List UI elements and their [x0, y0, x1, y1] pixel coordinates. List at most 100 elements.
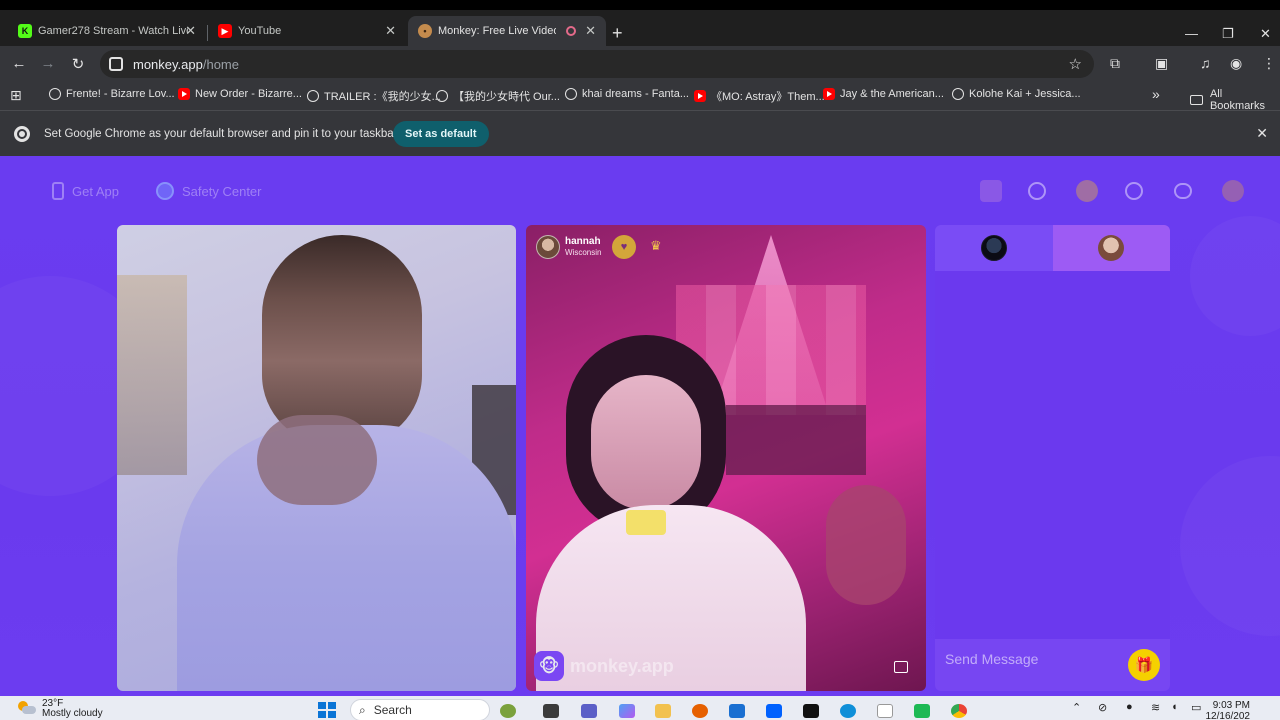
tab-youtube[interactable]: ▶ YouTube ✕	[208, 16, 406, 46]
windows-start-icon[interactable]	[318, 702, 336, 718]
bookmark-item[interactable]: Frente! - Bizarre Lov...	[49, 88, 175, 100]
tab-gamer278-stream[interactable]: K Gamer278 Stream - Watch Live ✕	[8, 16, 206, 46]
search-icon[interactable]	[1028, 182, 1046, 200]
volume-icon[interactable]: ◖	[1171, 701, 1178, 713]
monkey-app: Get App Safety Center hannah Wisconsin ♥…	[0, 156, 1280, 696]
app-icon[interactable]	[914, 704, 930, 718]
chrome-taskbar-icon[interactable]	[951, 704, 967, 718]
close-icon[interactable]: ✕	[385, 23, 396, 39]
back-icon[interactable]: ←	[10, 55, 28, 72]
get-app-link[interactable]: Get App	[52, 182, 119, 200]
bookmark-item[interactable]: Jay & the American...	[823, 88, 944, 100]
dropbox-icon[interactable]	[766, 704, 782, 718]
profile-icon[interactable]: ◉	[1230, 55, 1242, 72]
bookmark-item[interactable]: 【我的少女時代 Our...	[436, 88, 560, 104]
tab-title: YouTube	[238, 25, 282, 37]
bookmark-item[interactable]: 《MO: Astray》Them...	[694, 88, 825, 104]
gift-button[interactable]: 🎁	[1128, 649, 1160, 681]
cabinet	[726, 405, 866, 475]
apps-grid-icon[interactable]: ⊞	[10, 87, 22, 104]
bookmark-label: 《MO: Astray》Them...	[711, 91, 825, 103]
tab-search-icon[interactable]: ▣	[1155, 55, 1168, 72]
background-decoration	[1180, 456, 1280, 636]
url-text[interactable]: monkey.app/home	[133, 57, 239, 72]
firefox-icon[interactable]	[692, 704, 708, 718]
window-close-icon[interactable]: ✕	[1260, 26, 1271, 42]
youtube-icon	[178, 88, 190, 100]
bookmark-item[interactable]: khai dreams - Fanta...	[565, 88, 689, 100]
file-explorer-icon[interactable]	[655, 704, 671, 718]
all-bookmarks-label: All Bookmarks	[1209, 88, 1265, 112]
send-message-input[interactable]	[945, 651, 1115, 667]
history-icon[interactable]	[1125, 182, 1143, 200]
report-icon[interactable]	[894, 661, 908, 673]
menu-icon[interactable]: ⋮	[1262, 55, 1276, 72]
new-tab-button[interactable]: +	[612, 24, 623, 42]
forward-icon[interactable]: →	[39, 55, 57, 72]
teams-icon[interactable]	[581, 704, 597, 718]
profile-avatar[interactable]	[1222, 180, 1244, 202]
clock-time: 9:03 PM	[1212, 700, 1250, 711]
plush-toy	[826, 485, 906, 605]
chat-panel: 🎁	[935, 225, 1170, 691]
site-info-icon[interactable]	[109, 57, 123, 71]
notion-icon[interactable]	[803, 704, 819, 718]
mail-icon[interactable]	[729, 704, 745, 718]
shield-icon	[156, 182, 174, 200]
close-icon[interactable]: ✕	[185, 23, 196, 39]
bookmark-item[interactable]: New Order - Bizarre...	[178, 88, 302, 100]
address-bar[interactable]: monkey.app/home ☆	[100, 50, 1094, 78]
heart-badge-icon[interactable]: ♥	[612, 235, 636, 259]
minimize-icon[interactable]: —	[1185, 26, 1198, 41]
globe-icon	[565, 88, 577, 100]
copilot-icon[interactable]	[619, 704, 635, 718]
weather-widget[interactable]: 23°F Mostly cloudy	[16, 699, 103, 719]
restore-icon[interactable]: ❐	[1222, 26, 1234, 42]
shop-icon[interactable]	[980, 180, 1002, 202]
safety-center-link[interactable]: Safety Center	[156, 182, 262, 200]
close-icon[interactable]: ✕	[1256, 125, 1268, 142]
notepad-icon[interactable]	[877, 704, 893, 718]
bookmarks-overflow-icon[interactable]: »	[1152, 86, 1160, 102]
bookmark-item[interactable]: Kolohe Kai + Jessica...	[952, 88, 1081, 100]
bookmark-label: Jay & the American...	[840, 88, 944, 100]
wifi-icon[interactable]: ≋	[1151, 701, 1160, 714]
tray-overflow-icon[interactable]: ⌃	[1072, 701, 1081, 714]
extensions-icon[interactable]: ⧉	[1110, 55, 1120, 72]
bookmark-label: khai dreams - Fanta...	[582, 88, 689, 100]
edge-icon[interactable]	[840, 704, 856, 718]
youtube-icon	[823, 88, 835, 100]
tray-app-icon[interactable]: ⊘	[1098, 701, 1107, 714]
taskbar-search[interactable]: ⌕ Search	[350, 699, 490, 720]
bookmark-item[interactable]: TRAILER :《我的少女...	[307, 88, 441, 104]
set-as-default-button[interactable]: Set as default	[393, 121, 489, 147]
app-icon[interactable]	[500, 704, 516, 718]
task-view-icon[interactable]	[543, 704, 559, 718]
tab-monkey[interactable]: • Monkey: Free Live Video Ch ✕	[408, 16, 606, 46]
microphone-icon[interactable]: ●	[1126, 701, 1133, 713]
participant-tab-self[interactable]	[935, 225, 1053, 271]
bookmark-star-icon[interactable]: ☆	[1069, 55, 1082, 73]
media-control-icon[interactable]: ♫	[1200, 55, 1211, 71]
bookmarks-bar: ⊞ Frente! - Bizarre Lov... New Order - B…	[0, 82, 1280, 112]
remote-user-chip[interactable]: hannah Wisconsin	[536, 235, 601, 259]
chat-icon[interactable]	[1174, 183, 1192, 199]
participant-avatar	[980, 235, 1007, 261]
dresser-background	[117, 275, 187, 475]
system-clock[interactable]: 9:03 PM 12/16/202	[1206, 700, 1251, 720]
battery-icon[interactable]: ▭	[1191, 701, 1201, 714]
participant-tab-remote[interactable]	[1052, 225, 1170, 271]
monkey-logo-icon: 🐵	[534, 651, 564, 681]
kick-icon: K	[18, 24, 32, 38]
reload-icon[interactable]: ↻	[69, 55, 87, 73]
coin-icon[interactable]	[1076, 180, 1098, 202]
default-browser-infobar: Set Google Chrome as your default browse…	[0, 110, 1280, 156]
monkey-icon: •	[418, 24, 432, 38]
tab-bar: K Gamer278 Stream - Watch Live ✕ ▶ YouTu…	[0, 10, 1280, 46]
all-bookmarks-button[interactable]: All Bookmarks	[1190, 88, 1280, 112]
tab-title: Monkey: Free Live Video Ch	[438, 25, 556, 37]
close-icon[interactable]: ✕	[585, 23, 596, 39]
person-hand	[257, 415, 377, 505]
person-face	[591, 375, 701, 510]
background-decoration	[1190, 216, 1280, 336]
